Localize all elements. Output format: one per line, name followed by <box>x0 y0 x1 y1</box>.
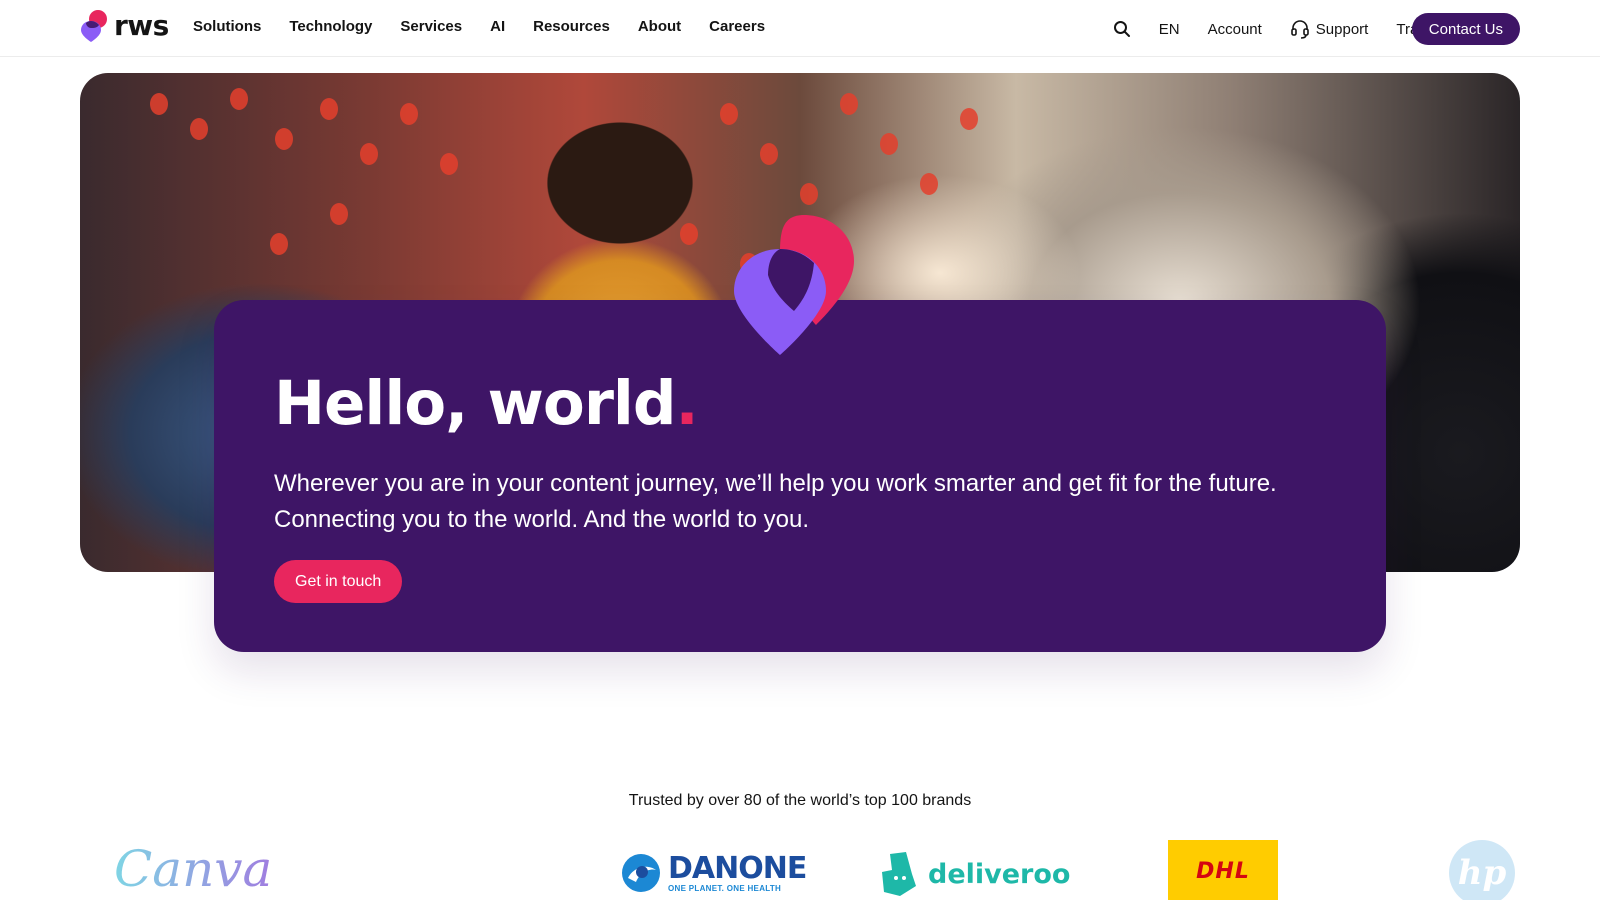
danone-text-block: DANONE ONE PLANET. ONE HEALTH <box>668 850 807 893</box>
dhl-wordmark: DHL <box>1196 858 1250 884</box>
hp-wordmark: hp <box>1457 853 1507 893</box>
main-nav: Solutions Technology Services AI Resourc… <box>193 18 765 35</box>
get-in-touch-button[interactable]: Get in touch <box>274 560 403 603</box>
contact-us-button[interactable]: Contact Us <box>1411 13 1520 45</box>
rws-logo-icon <box>81 10 107 42</box>
deliveroo-wordmark: deliveroo <box>928 858 1071 890</box>
trusted-by-text: Trusted by over 80 of the world’s top 10… <box>628 792 972 809</box>
danone-wordmark: DANONE <box>668 850 807 886</box>
kangaroo-icon <box>882 852 916 896</box>
speech-bubble-icon <box>734 215 854 355</box>
hero-subtitle: Wherever you are in your content journey… <box>274 470 1277 533</box>
language-selector[interactable]: EN <box>1159 21 1180 38</box>
canva-logo: Canva <box>114 840 273 898</box>
nav-resources[interactable]: Resources <box>533 18 610 35</box>
site-header: rws Solutions Technology Services AI Res… <box>0 0 1600 57</box>
hero-title: Hello, world. <box>274 368 699 439</box>
hp-logo: hp <box>1449 840 1515 900</box>
support-link[interactable]: Support <box>1290 19 1369 39</box>
support-label: Support <box>1315 20 1369 38</box>
danone-globe-icon <box>622 854 660 892</box>
dhl-logo: DHL <box>1168 840 1278 900</box>
nav-about[interactable]: About <box>638 18 681 35</box>
search-icon <box>1113 21 1130 37</box>
nav-services[interactable]: Services <box>400 18 462 35</box>
nav-solutions[interactable]: Solutions <box>193 18 261 35</box>
rws-logo[interactable]: rws <box>80 8 169 44</box>
hero-title-dot: . <box>675 368 698 439</box>
nav-careers[interactable]: Careers <box>709 18 765 35</box>
nav-ai[interactable]: AI <box>490 18 505 35</box>
logo-wordmark: rws <box>114 9 169 42</box>
deliveroo-logo: deliveroo <box>880 852 1070 896</box>
nav-technology[interactable]: Technology <box>289 18 372 35</box>
danone-logo: DANONE ONE PLANET. ONE HEALTH <box>620 850 807 894</box>
brand-logos: Canva DANONE ONE PLANET. ONE HEALTH deli… <box>0 830 1600 900</box>
account-link[interactable]: Account <box>1208 21 1262 38</box>
headset-icon <box>1290 20 1309 39</box>
hero-title-text: Hello, world <box>274 368 676 439</box>
search-button[interactable] <box>1113 20 1131 38</box>
